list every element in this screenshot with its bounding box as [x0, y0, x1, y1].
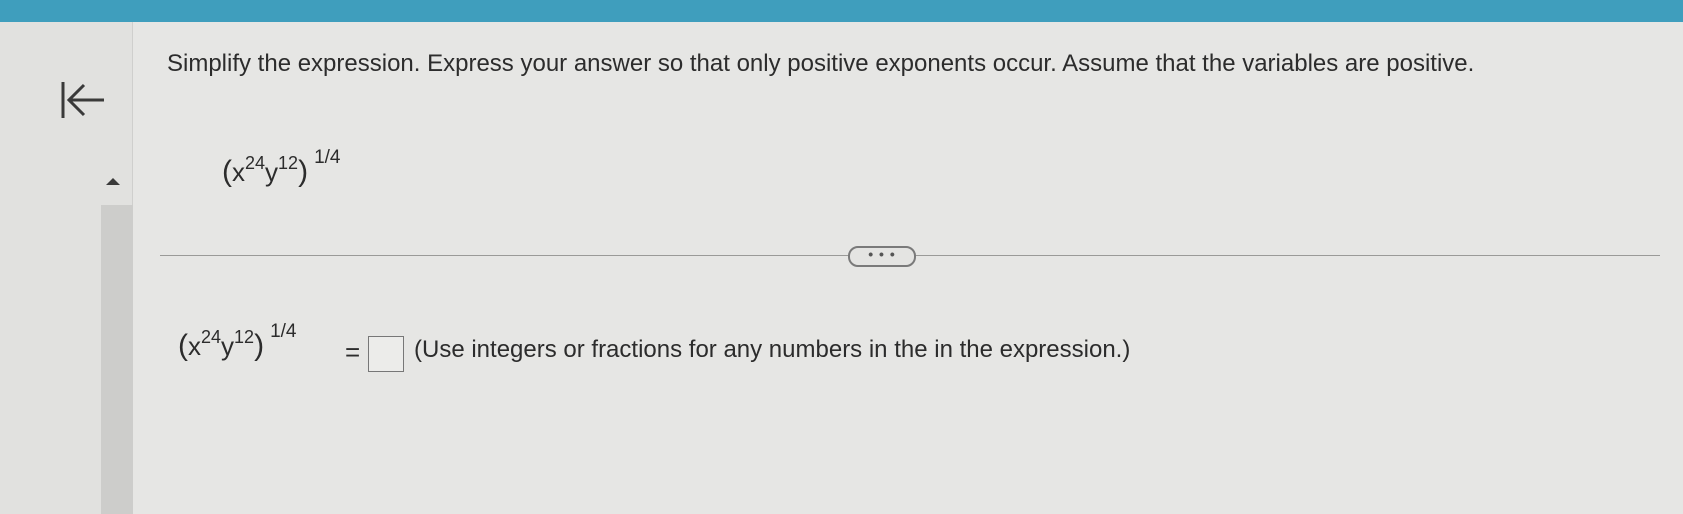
scroll-up-arrow-icon[interactable]	[106, 178, 120, 185]
answer-input-box[interactable]	[368, 336, 404, 372]
answer-instruction: (Use integers or fractions for any numbe…	[414, 336, 1131, 363]
top-bar	[0, 0, 1683, 22]
given-expression: (x24y12) 1/4	[222, 147, 341, 188]
arrow-left-bar-icon	[61, 82, 104, 118]
more-options-button[interactable]: • • •	[848, 246, 916, 267]
equals-sign: =	[345, 337, 361, 367]
collapse-panel-button[interactable]	[56, 78, 108, 122]
answer-expression: (x24y12) 1/4	[178, 321, 297, 362]
question-panel	[133, 22, 1683, 514]
question-prompt: Simplify the expression. Express your an…	[167, 50, 1475, 77]
